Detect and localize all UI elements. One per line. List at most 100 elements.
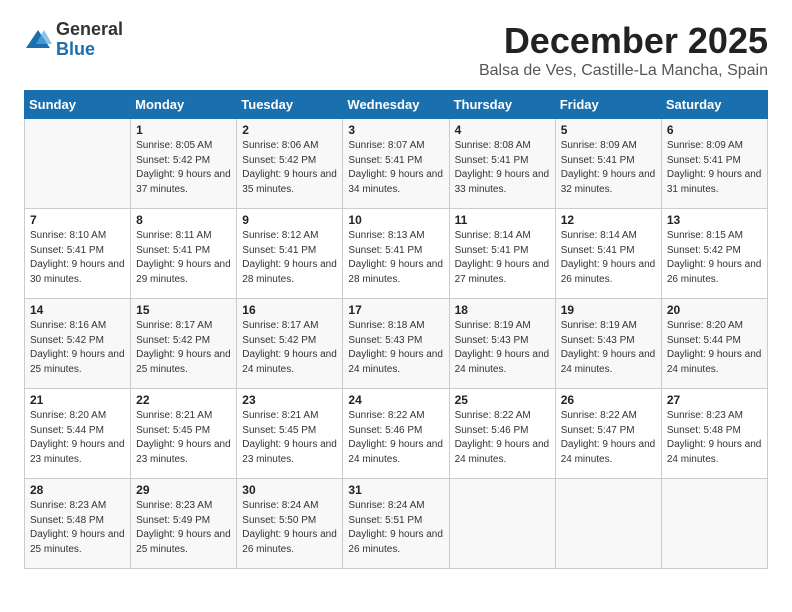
calendar-cell: 27 Sunrise: 8:23 AM Sunset: 5:48 PM Dayli… xyxy=(661,389,767,479)
cell-info: Sunrise: 8:13 AM Sunset: 5:41 PM Dayligh… xyxy=(348,229,443,287)
cell-info: Sunrise: 8:23 AM Sunset: 5:49 PM Dayligh… xyxy=(136,499,231,557)
calendar-cell: 8 Sunrise: 8:11 AM Sunset: 5:41 PM Daylig… xyxy=(131,209,237,299)
cell-info: Sunrise: 8:23 AM Sunset: 5:48 PM Dayligh… xyxy=(667,409,762,467)
cell-info: Sunrise: 8:17 AM Sunset: 5:42 PM Dayligh… xyxy=(242,319,337,377)
calendar-cell: 26Sunrise: 8:22 AM Sunset: 5:47 PM Dayli… xyxy=(555,389,661,479)
calendar-cell: 20 Sunrise: 8:20 AM Sunset: 5:44 PM Dayli… xyxy=(661,299,767,389)
logo-text: General Blue xyxy=(56,20,123,60)
cell-info: Sunrise: 8:12 AM Sunset: 5:41 PM Dayligh… xyxy=(242,229,337,287)
day-number: 9 xyxy=(242,213,337,227)
day-number: 7 xyxy=(30,213,125,227)
day-number: 20 xyxy=(667,303,762,317)
calendar-cell: 2 Sunrise: 8:06 AM Sunset: 5:42 PM Daylig… xyxy=(237,119,343,209)
cell-info: Sunrise: 8:08 AM Sunset: 5:41 PM Dayligh… xyxy=(455,139,550,197)
calendar-cell: 18Sunrise: 8:19 AM Sunset: 5:43 PM Dayli… xyxy=(449,299,555,389)
calendar-cell xyxy=(449,479,555,569)
calendar-cell: 13 Sunrise: 8:15 AM Sunset: 5:42 PM Dayli… xyxy=(661,209,767,299)
day-number: 13 xyxy=(667,213,762,227)
header-day-tuesday: Tuesday xyxy=(237,91,343,119)
calendar-cell: 11Sunrise: 8:14 AM Sunset: 5:41 PM Dayli… xyxy=(449,209,555,299)
calendar-cell: 21 Sunrise: 8:20 AM Sunset: 5:44 PM Dayli… xyxy=(25,389,131,479)
cell-info: Sunrise: 8:16 AM Sunset: 5:42 PM Dayligh… xyxy=(30,319,125,377)
day-number: 28 xyxy=(30,483,125,497)
day-number: 19 xyxy=(561,303,656,317)
title-area: December 2025 Balsa de Ves, Castille-La … xyxy=(479,20,768,80)
cell-info: Sunrise: 8:19 AM Sunset: 5:43 PM Dayligh… xyxy=(455,319,550,377)
calendar-cell: 3 Sunrise: 8:07 AM Sunset: 5:41 PM Daylig… xyxy=(343,119,449,209)
header-day-monday: Monday xyxy=(131,91,237,119)
cell-info: Sunrise: 8:18 AM Sunset: 5:43 PM Dayligh… xyxy=(348,319,443,377)
month-title: December 2025 xyxy=(479,20,768,62)
logo-icon xyxy=(24,26,52,54)
day-number: 1 xyxy=(136,123,231,137)
location: Balsa de Ves, Castille-La Mancha, Spain xyxy=(479,62,768,80)
calendar-cell: 22 Sunrise: 8:21 AM Sunset: 5:45 PM Dayli… xyxy=(131,389,237,479)
day-number: 17 xyxy=(348,303,443,317)
day-number: 21 xyxy=(30,393,125,407)
week-row: 21 Sunrise: 8:20 AM Sunset: 5:44 PM Dayli… xyxy=(25,389,768,479)
cell-info: Sunrise: 8:20 AM Sunset: 5:44 PM Dayligh… xyxy=(30,409,125,467)
cell-info: Sunrise: 8:07 AM Sunset: 5:41 PM Dayligh… xyxy=(348,139,443,197)
calendar-cell: 23 Sunrise: 8:21 AM Sunset: 5:45 PM Dayli… xyxy=(237,389,343,479)
calendar-cell: 31Sunrise: 8:24 AM Sunset: 5:51 PM Dayli… xyxy=(343,479,449,569)
cell-info: Sunrise: 8:10 AM Sunset: 5:41 PM Dayligh… xyxy=(30,229,125,287)
calendar-cell: 12Sunrise: 8:14 AM Sunset: 5:41 PM Dayli… xyxy=(555,209,661,299)
day-number: 23 xyxy=(242,393,337,407)
calendar-cell: 29 Sunrise: 8:23 AM Sunset: 5:49 PM Dayli… xyxy=(131,479,237,569)
week-row: 14 Sunrise: 8:16 AM Sunset: 5:42 PM Dayli… xyxy=(25,299,768,389)
header: General Blue December 2025 Balsa de Ves,… xyxy=(24,20,768,80)
cell-info: Sunrise: 8:09 AM Sunset: 5:41 PM Dayligh… xyxy=(561,139,656,197)
calendar-cell: 9 Sunrise: 8:12 AM Sunset: 5:41 PM Daylig… xyxy=(237,209,343,299)
day-number: 29 xyxy=(136,483,231,497)
cell-info: Sunrise: 8:06 AM Sunset: 5:42 PM Dayligh… xyxy=(242,139,337,197)
calendar-cell: 28 Sunrise: 8:23 AM Sunset: 5:48 PM Dayli… xyxy=(25,479,131,569)
header-day-sunday: Sunday xyxy=(25,91,131,119)
day-number: 27 xyxy=(667,393,762,407)
cell-info: Sunrise: 8:17 AM Sunset: 5:42 PM Dayligh… xyxy=(136,319,231,377)
day-number: 24 xyxy=(348,393,443,407)
cell-info: Sunrise: 8:05 AM Sunset: 5:42 PM Dayligh… xyxy=(136,139,231,197)
day-number: 22 xyxy=(136,393,231,407)
cell-info: Sunrise: 8:09 AM Sunset: 5:41 PM Dayligh… xyxy=(667,139,762,197)
calendar-cell: 5Sunrise: 8:09 AM Sunset: 5:41 PM Daylig… xyxy=(555,119,661,209)
day-number: 31 xyxy=(348,483,443,497)
cell-info: Sunrise: 8:15 AM Sunset: 5:42 PM Dayligh… xyxy=(667,229,762,287)
header-day-saturday: Saturday xyxy=(661,91,767,119)
logo-general: General xyxy=(56,19,123,39)
day-number: 6 xyxy=(667,123,762,137)
cell-info: Sunrise: 8:21 AM Sunset: 5:45 PM Dayligh… xyxy=(242,409,337,467)
week-row: 7 Sunrise: 8:10 AM Sunset: 5:41 PM Daylig… xyxy=(25,209,768,299)
day-number: 30 xyxy=(242,483,337,497)
calendar-cell: 1 Sunrise: 8:05 AM Sunset: 5:42 PM Daylig… xyxy=(131,119,237,209)
calendar-cell xyxy=(555,479,661,569)
calendar-cell: 6 Sunrise: 8:09 AM Sunset: 5:41 PM Daylig… xyxy=(661,119,767,209)
day-number: 2 xyxy=(242,123,337,137)
calendar-cell: 24 Sunrise: 8:22 AM Sunset: 5:46 PM Dayli… xyxy=(343,389,449,479)
cell-info: Sunrise: 8:14 AM Sunset: 5:41 PM Dayligh… xyxy=(561,229,656,287)
calendar-cell: 16 Sunrise: 8:17 AM Sunset: 5:42 PM Dayli… xyxy=(237,299,343,389)
week-row: 1 Sunrise: 8:05 AM Sunset: 5:42 PM Daylig… xyxy=(25,119,768,209)
cell-info: Sunrise: 8:19 AM Sunset: 5:43 PM Dayligh… xyxy=(561,319,656,377)
cell-info: Sunrise: 8:22 AM Sunset: 5:46 PM Dayligh… xyxy=(348,409,443,467)
day-number: 14 xyxy=(30,303,125,317)
cell-info: Sunrise: 8:11 AM Sunset: 5:41 PM Dayligh… xyxy=(136,229,231,287)
calendar-cell: 14 Sunrise: 8:16 AM Sunset: 5:42 PM Dayli… xyxy=(25,299,131,389)
cell-info: Sunrise: 8:20 AM Sunset: 5:44 PM Dayligh… xyxy=(667,319,762,377)
day-number: 16 xyxy=(242,303,337,317)
calendar-cell: 7 Sunrise: 8:10 AM Sunset: 5:41 PM Daylig… xyxy=(25,209,131,299)
day-number: 8 xyxy=(136,213,231,227)
day-number: 25 xyxy=(455,393,550,407)
cell-info: Sunrise: 8:22 AM Sunset: 5:47 PM Dayligh… xyxy=(561,409,656,467)
cell-info: Sunrise: 8:23 AM Sunset: 5:48 PM Dayligh… xyxy=(30,499,125,557)
header-day-wednesday: Wednesday xyxy=(343,91,449,119)
day-number: 10 xyxy=(348,213,443,227)
cell-info: Sunrise: 8:21 AM Sunset: 5:45 PM Dayligh… xyxy=(136,409,231,467)
cell-info: Sunrise: 8:22 AM Sunset: 5:46 PM Dayligh… xyxy=(455,409,550,467)
logo: General Blue xyxy=(24,20,123,60)
header-day-friday: Friday xyxy=(555,91,661,119)
cell-info: Sunrise: 8:24 AM Sunset: 5:50 PM Dayligh… xyxy=(242,499,337,557)
calendar-cell: 19 Sunrise: 8:19 AM Sunset: 5:43 PM Dayli… xyxy=(555,299,661,389)
cell-info: Sunrise: 8:14 AM Sunset: 5:41 PM Dayligh… xyxy=(455,229,550,287)
calendar-cell: 15Sunrise: 8:17 AM Sunset: 5:42 PM Dayli… xyxy=(131,299,237,389)
day-number: 3 xyxy=(348,123,443,137)
